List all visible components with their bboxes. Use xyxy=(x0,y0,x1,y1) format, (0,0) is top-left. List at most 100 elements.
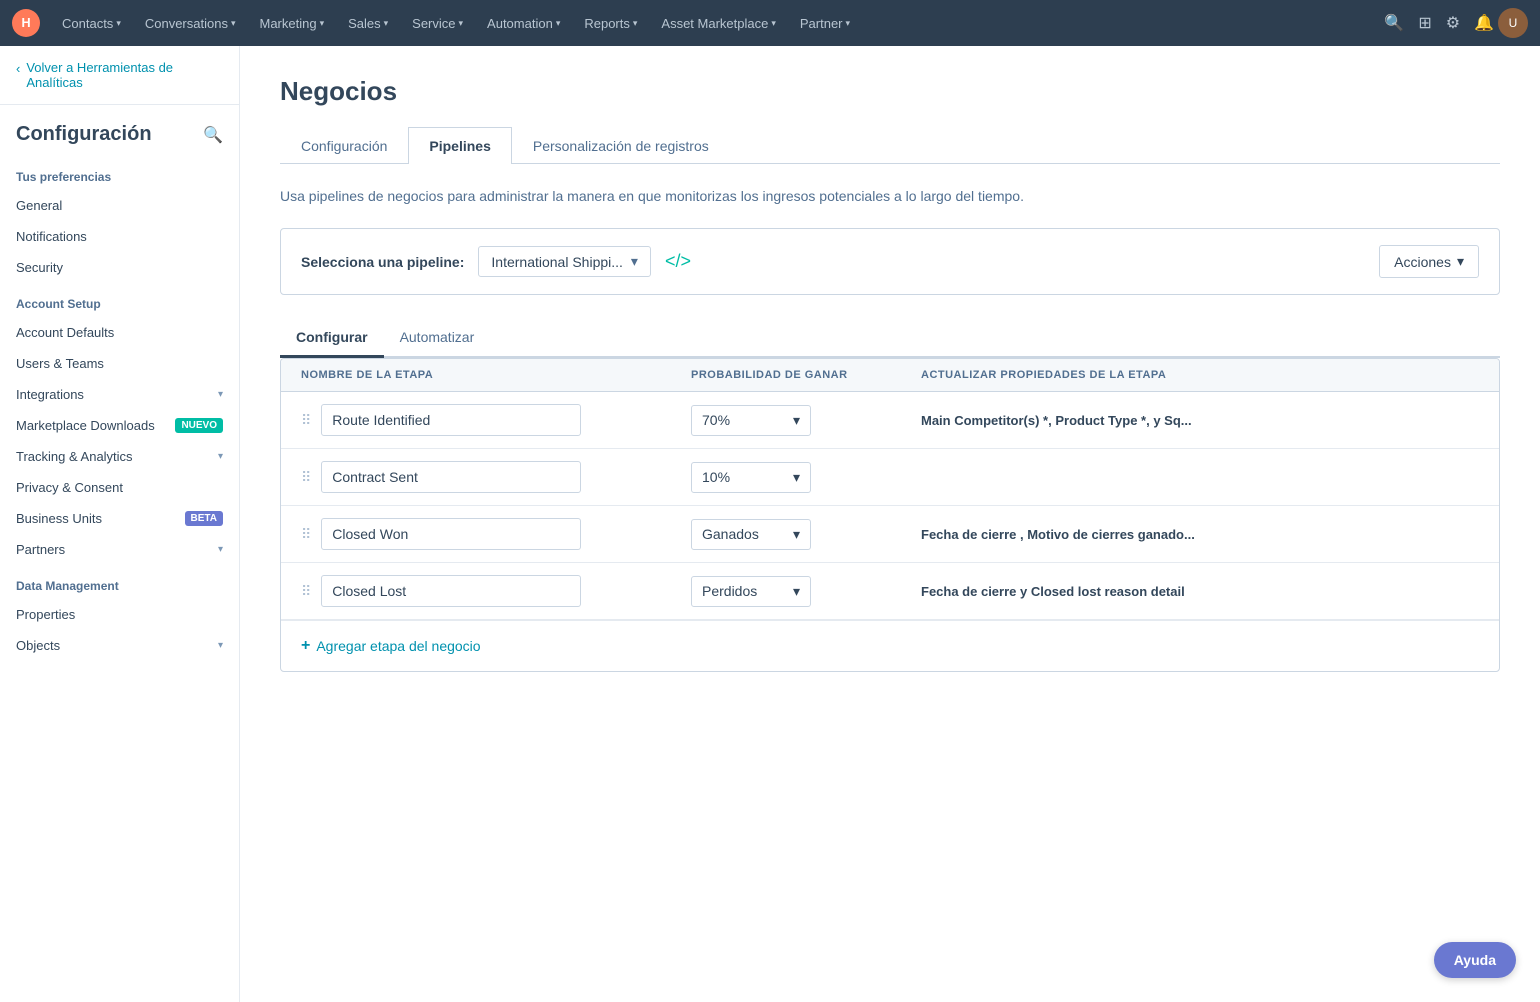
update-props-4: Fecha de cierre y Closed lost reason det… xyxy=(921,584,1479,599)
sidebar-item-objects[interactable]: Objects ▾ xyxy=(0,630,239,661)
nav-marketing[interactable]: Marketing▾ xyxy=(249,12,334,35)
drag-handle-icon[interactable]: ⠿ xyxy=(301,583,311,600)
settings-icon[interactable]: ⚙ xyxy=(1446,13,1460,33)
table-row: ⠿ Ganados ▾ Fecha de cierre , Motivo de … xyxy=(281,506,1499,563)
subtab-configurar[interactable]: Configurar xyxy=(280,319,384,358)
nav-reports[interactable]: Reports▾ xyxy=(574,12,647,35)
prob-dropdown-arrow-icon: ▾ xyxy=(793,526,800,543)
probability-value: Perdidos xyxy=(702,583,757,599)
section-title-data-management: Data Management xyxy=(0,565,239,599)
page-title: Negocios xyxy=(280,76,1500,107)
nav-service[interactable]: Service▾ xyxy=(402,12,473,35)
table-row: ⠿ 10% ▾ xyxy=(281,449,1499,506)
sidebar-item-security[interactable]: Security xyxy=(0,252,239,283)
stage-name-cell: ⠿ xyxy=(301,518,681,550)
sidebar-item-users-teams[interactable]: Users & Teams xyxy=(0,348,239,379)
stage-name-cell: ⠿ xyxy=(301,575,681,607)
probability-value: Ganados xyxy=(702,526,759,542)
sidebar-title-row: Configuración 🔍 xyxy=(0,105,239,156)
sidebar-item-integrations[interactable]: Integrations ▾ xyxy=(0,379,239,410)
pipeline-selector-label: Selecciona una pipeline: xyxy=(301,254,464,270)
update-props-3: Fecha de cierre , Motivo de cierres gana… xyxy=(921,527,1479,542)
apps-icon[interactable]: ⊞ xyxy=(1418,13,1431,33)
pipeline-value: International Shippi... xyxy=(491,254,623,270)
prob-dropdown-arrow-icon: ▾ xyxy=(793,583,800,600)
stage-name-input[interactable] xyxy=(321,404,581,436)
sidebar-item-tracking-analytics[interactable]: Tracking & Analytics ▾ xyxy=(0,441,239,472)
drag-handle-icon[interactable]: ⠿ xyxy=(301,412,311,429)
nav-contacts[interactable]: Contacts▾ xyxy=(52,12,131,35)
nav-conversations[interactable]: Conversations▾ xyxy=(135,12,246,35)
tab-configuracion[interactable]: Configuración xyxy=(280,127,408,164)
search-icon[interactable]: 🔍 xyxy=(1384,13,1404,33)
top-nav: H Contacts▾ Conversations▾ Marketing▾ Sa… xyxy=(0,0,1540,46)
probability-dropdown-3[interactable]: Ganados ▾ xyxy=(691,519,811,550)
stage-name-input[interactable] xyxy=(321,575,581,607)
nav-partner[interactable]: Partner▾ xyxy=(790,12,860,35)
dropdown-arrow-icon: ▾ xyxy=(631,253,638,270)
section-title-preferences: Tus preferencias xyxy=(0,156,239,190)
pipeline-table: NOMBRE DE LA ETAPA PROBABILIDAD DE GANAR… xyxy=(280,358,1500,672)
stage-name-input[interactable] xyxy=(321,518,581,550)
stage-name-cell: ⠿ xyxy=(301,404,681,436)
probability-value: 70% xyxy=(702,412,730,428)
sidebar-title: Configuración xyxy=(16,123,152,146)
page-description: Usa pipelines de negocios para administr… xyxy=(280,188,1500,204)
update-props-1: Main Competitor(s) *, Product Type *, y … xyxy=(921,413,1479,428)
pipeline-dropdown[interactable]: International Shippi... ▾ xyxy=(478,246,651,277)
sidebar-back-button[interactable]: ‹ Volver a Herramientas de Analíticas xyxy=(0,46,239,105)
hubspot-logo[interactable]: H xyxy=(12,9,40,37)
nav-sales[interactable]: Sales▾ xyxy=(338,12,398,35)
pipeline-selector-row: Selecciona una pipeline: International S… xyxy=(280,228,1500,295)
drag-handle-icon[interactable]: ⠿ xyxy=(301,469,311,486)
actions-chevron-icon: ▾ xyxy=(1457,253,1464,270)
header-probability: PROBABILIDAD DE GANAR xyxy=(691,369,911,381)
nav-icons: 🔍 ⊞ ⚙ 🔔 xyxy=(1384,13,1494,33)
main-layout: ‹ Volver a Herramientas de Analíticas Co… xyxy=(0,46,1540,1002)
table-row: ⠿ Perdidos ▾ Fecha de cierre y Closed lo… xyxy=(281,563,1499,620)
probability-value: 10% xyxy=(702,469,730,485)
sidebar: ‹ Volver a Herramientas de Analíticas Co… xyxy=(0,46,240,1002)
subtab-automatizar[interactable]: Automatizar xyxy=(384,319,491,358)
section-title-account-setup: Account Setup xyxy=(0,283,239,317)
sidebar-item-business-units[interactable]: Business Units BETA xyxy=(0,503,239,534)
nav-automation[interactable]: Automation▾ xyxy=(477,12,570,35)
sidebar-item-account-defaults[interactable]: Account Defaults xyxy=(0,317,239,348)
sidebar-item-marketplace-downloads[interactable]: Marketplace Downloads NUEVO xyxy=(0,410,239,441)
svg-text:H: H xyxy=(21,16,30,30)
nav-asset-marketplace[interactable]: Asset Marketplace▾ xyxy=(651,12,785,35)
back-arrow-icon: ‹ xyxy=(16,61,20,76)
actions-button[interactable]: Acciones ▾ xyxy=(1379,245,1479,278)
sidebar-item-properties[interactable]: Properties xyxy=(0,599,239,630)
probability-dropdown-4[interactable]: Perdidos ▾ xyxy=(691,576,811,607)
header-update-props: ACTUALIZAR PROPIEDADES DE LA ETAPA xyxy=(921,369,1479,381)
drag-handle-icon[interactable]: ⠿ xyxy=(301,526,311,543)
notification-icon[interactable]: 🔔 xyxy=(1474,13,1494,33)
header-stage-name: NOMBRE DE LA ETAPA xyxy=(301,369,681,381)
sidebar-item-notifications[interactable]: Notifications xyxy=(0,221,239,252)
prob-dropdown-arrow-icon: ▾ xyxy=(793,412,800,429)
tab-personalizacion[interactable]: Personalización de registros xyxy=(512,127,730,164)
prob-dropdown-arrow-icon: ▾ xyxy=(793,469,800,486)
sidebar-item-partners[interactable]: Partners ▾ xyxy=(0,534,239,565)
user-avatar[interactable]: U xyxy=(1498,8,1528,38)
stage-name-input[interactable] xyxy=(321,461,581,493)
sidebar-item-general[interactable]: General xyxy=(0,190,239,221)
chevron-down-icon: ▾ xyxy=(218,451,223,462)
probability-dropdown-2[interactable]: 10% ▾ xyxy=(691,462,811,493)
sidebar-search-icon[interactable]: 🔍 xyxy=(203,125,223,145)
code-icon[interactable]: </> xyxy=(665,251,691,272)
help-button[interactable]: Ayuda xyxy=(1434,942,1516,978)
page-tabs: Configuración Pipelines Personalización … xyxy=(280,127,1500,164)
nuevo-badge: NUEVO xyxy=(175,418,223,433)
beta-badge: BETA xyxy=(185,511,223,526)
probability-dropdown-1[interactable]: 70% ▾ xyxy=(691,405,811,436)
sidebar-item-privacy-consent[interactable]: Privacy & Consent xyxy=(0,472,239,503)
add-stage-button[interactable]: + Agregar etapa del negocio xyxy=(281,620,1499,671)
tab-pipelines[interactable]: Pipelines xyxy=(408,127,511,164)
plus-icon: + xyxy=(301,637,310,655)
sub-tabs: Configurar Automatizar xyxy=(280,319,1500,358)
table-row: ⠿ 70% ▾ Main Competitor(s) *, Product Ty… xyxy=(281,392,1499,449)
chevron-down-icon: ▾ xyxy=(218,544,223,555)
main-content: Negocios Configuración Pipelines Persona… xyxy=(240,46,1540,1002)
